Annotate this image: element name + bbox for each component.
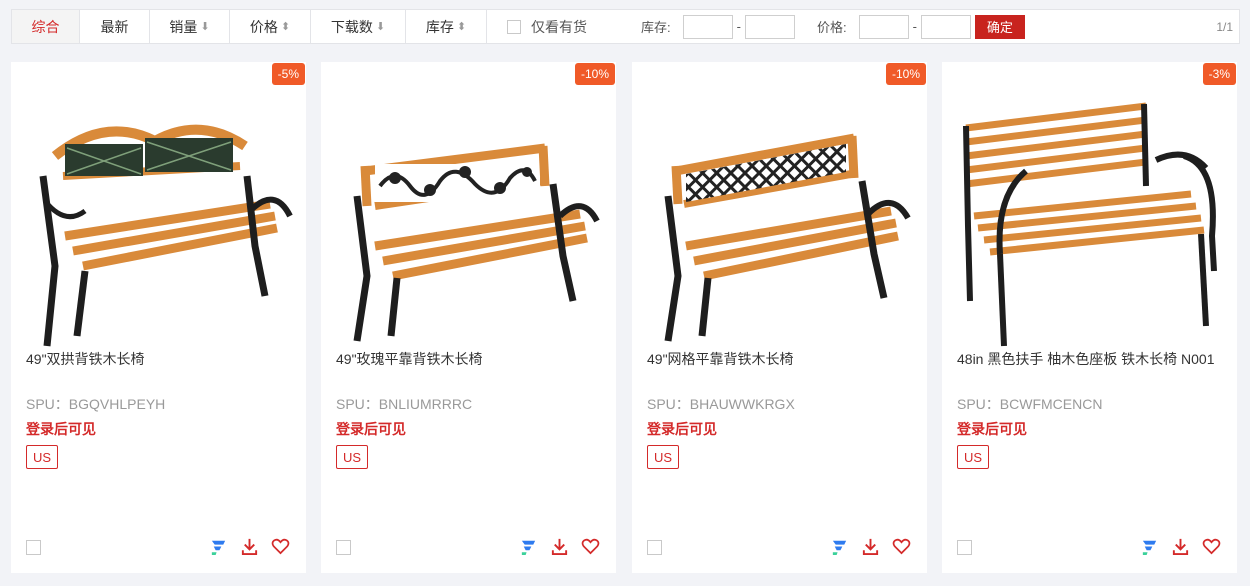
price-max-input[interactable] xyxy=(920,14,971,39)
download-icon[interactable] xyxy=(240,537,259,556)
product-title[interactable]: 49"玫瑰平靠背铁木长椅 xyxy=(336,349,483,369)
price-min-input[interactable] xyxy=(858,14,909,39)
product-spu: SPU：BNLIUMRRRC xyxy=(336,396,473,412)
favorite-heart-icon[interactable] xyxy=(892,537,911,556)
publish-icon[interactable] xyxy=(209,537,228,556)
discount-badge: -10% xyxy=(574,63,615,85)
login-to-view-price: 登录后可见 xyxy=(336,421,406,437)
select-checkbox[interactable] xyxy=(957,540,972,555)
card-actions xyxy=(519,537,600,556)
card-actions xyxy=(209,537,290,556)
favorite-heart-icon[interactable] xyxy=(1202,537,1221,556)
product-card[interactable]: -10% 49"玫瑰平靠背铁木长椅 SPU：BNLIUMRRRC 登录后可见 U… xyxy=(321,62,616,573)
publish-icon[interactable] xyxy=(830,537,849,556)
product-spu: SPU：BHAUWWKRGX xyxy=(647,396,795,412)
in-stock-filter[interactable]: 仅看有货 xyxy=(507,10,587,43)
region-tag: US xyxy=(336,445,369,469)
region-tag: US xyxy=(957,445,990,469)
in-stock-label: 仅看有货 xyxy=(531,18,587,35)
product-title[interactable]: 48in 黑色扶手 柚木色座板 铁木长椅 N001 xyxy=(957,349,1215,369)
sort-desc-icon: ⬇ xyxy=(375,21,386,33)
publish-icon[interactable] xyxy=(519,537,538,556)
price-range: 价格: - 确定 xyxy=(817,10,1025,43)
stock-range-label: 库存: xyxy=(641,20,671,35)
stock-range: 库存: - xyxy=(641,10,795,43)
product-spu: SPU：BGQVHLPEYH xyxy=(26,396,166,412)
product-title[interactable]: 49"双拱背铁木长椅 xyxy=(26,349,145,369)
region-tag: US xyxy=(647,445,680,469)
stock-max-input[interactable] xyxy=(744,14,795,39)
download-icon[interactable] xyxy=(550,537,569,556)
select-checkbox[interactable] xyxy=(336,540,351,555)
page-indicator: 1/1 xyxy=(1216,19,1233,34)
tab-label: 最新 xyxy=(100,18,129,35)
tab-newest[interactable]: 最新 xyxy=(80,10,150,43)
tab-downloads[interactable]: 下载数 ⬇ xyxy=(311,10,406,43)
sort-toggle-icon: ⬍ xyxy=(280,21,291,33)
discount-badge: -3% xyxy=(1202,63,1236,85)
tab-sales[interactable]: 销量 ⬇ xyxy=(150,10,230,43)
tab-label: 下载数 xyxy=(330,18,373,35)
favorite-heart-icon[interactable] xyxy=(581,537,600,556)
sort-toggle-icon: ⬍ xyxy=(456,21,467,33)
product-title[interactable]: 49"网格平靠背铁木长椅 xyxy=(647,349,794,369)
product-spu: SPU：BCWFMCENCN xyxy=(957,396,1103,412)
tab-price[interactable]: 价格 ⬍ xyxy=(230,10,311,43)
stock-min-input[interactable] xyxy=(682,14,733,39)
sort-desc-icon: ⬇ xyxy=(200,21,210,33)
login-to-view-price: 登录后可见 xyxy=(26,421,96,437)
publish-icon[interactable] xyxy=(1140,537,1159,556)
product-image[interactable] xyxy=(956,86,1226,356)
product-image[interactable] xyxy=(25,86,295,356)
card-actions xyxy=(830,537,911,556)
discount-badge: -10% xyxy=(885,63,926,85)
tab-label: 销量 xyxy=(169,18,198,35)
tab-label: 综合 xyxy=(31,18,60,35)
product-image[interactable] xyxy=(646,86,916,356)
login-to-view-price: 登录后可见 xyxy=(957,421,1027,437)
favorite-heart-icon[interactable] xyxy=(271,537,290,556)
login-to-view-price: 登录后可见 xyxy=(647,421,717,437)
download-icon[interactable] xyxy=(1171,537,1190,556)
range-dash: - xyxy=(912,19,917,34)
select-checkbox[interactable] xyxy=(26,540,41,555)
tab-comprehensive[interactable]: 综合 xyxy=(12,10,80,43)
tab-label: 价格 xyxy=(249,18,278,35)
download-icon[interactable] xyxy=(861,537,880,556)
range-dash: - xyxy=(736,19,741,34)
product-card[interactable]: -3% 48in 黑色扶手 柚木色座板 铁木长椅 N001 SPU：BCWFMC… xyxy=(942,62,1237,573)
price-range-label: 价格: xyxy=(816,20,847,35)
product-image[interactable] xyxy=(335,86,605,356)
product-card[interactable]: -10% 49"网格平靠背铁木长椅 SPU：BHAUWWKRGX 登录后可见 U… xyxy=(632,62,927,573)
tab-stock[interactable]: 库存 ⬍ xyxy=(406,10,487,43)
card-actions xyxy=(1140,537,1221,556)
in-stock-checkbox[interactable] xyxy=(507,19,521,34)
region-tag: US xyxy=(26,445,59,469)
tab-label: 库存 xyxy=(425,18,454,35)
select-checkbox[interactable] xyxy=(647,540,662,555)
product-card[interactable]: -5% 49"双拱背铁木长椅 SPU：BGQVHLPEYH 登录后可见 US xyxy=(11,62,306,573)
confirm-button[interactable]: 确定 xyxy=(974,14,1025,39)
sort-filter-toolbar: 综合 最新 销量 ⬇ 价格 ⬍ 下载数 ⬇ 库存 ⬍ 仅看有货 库存: - 价格… xyxy=(11,9,1240,44)
discount-badge: -5% xyxy=(271,63,305,85)
